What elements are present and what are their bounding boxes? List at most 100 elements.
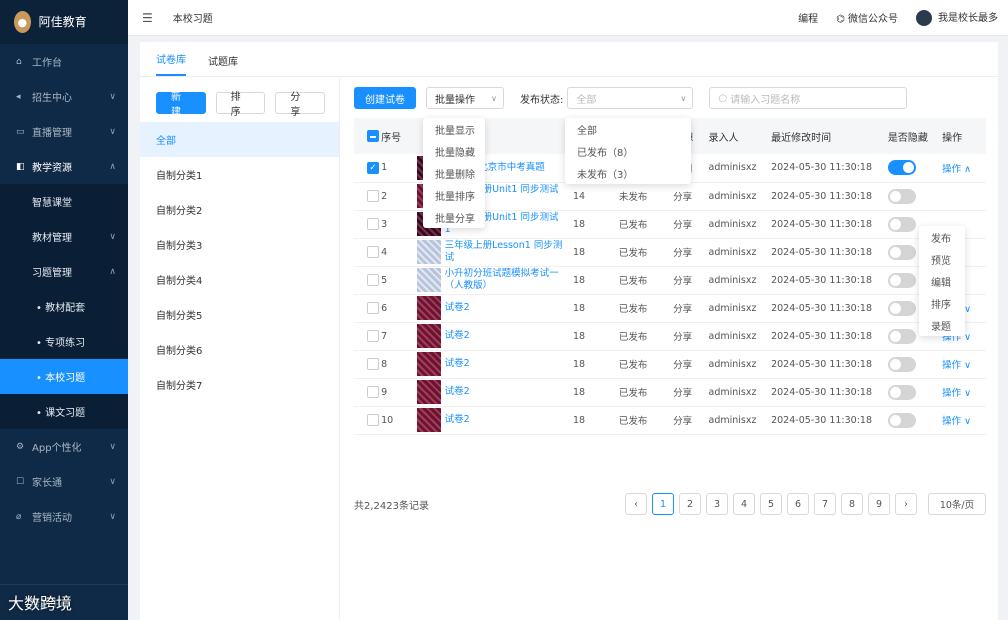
row-checkbox[interactable] [367,386,379,398]
program-link[interactable]: 编程 [798,10,818,25]
sort-button[interactable]: 排序 [215,92,266,118]
op-menu-item[interactable]: 录题 [919,314,965,336]
row-op-button[interactable]: 操作 ∨ [942,360,971,371]
create-paper-button[interactable]: 创建试卷 [354,87,416,109]
batch-select[interactable]: 批量操作 ∨ [426,87,504,109]
page-button[interactable]: 3 [706,493,728,515]
row-checkbox[interactable] [367,190,379,202]
row-checkbox[interactable] [367,302,379,314]
batch-menu-item[interactable]: 批量显示 [423,118,485,140]
paper-name-link[interactable]: 三年级上册Lesson1 同步测试 [445,240,563,264]
sidebar-item-smart-class[interactable]: 智慧课堂 [0,184,128,219]
page-size-select[interactable]: 10条/页 [928,493,986,515]
sidebar-item-resources[interactable]: ◧ 教学资源 ∧ [0,149,128,184]
table-row[interactable]: 10 试卷2 18 已发布 分享 adminisxz 2024-05-30 11:30:18… [354,406,986,435]
prev-page-button[interactable]: ‹ [625,493,647,515]
op-menu-item[interactable]: 编辑 [919,270,965,292]
paper-name-link[interactable]: 试卷2 [445,302,563,314]
batch-menu-item[interactable]: 批量排序 [423,184,485,206]
status-menu-item[interactable]: 全部 [565,118,691,140]
next-page-button[interactable]: › [895,493,917,515]
row-op-button[interactable]: 操作 ∧ [942,164,971,175]
sidebar-item-text-exercise[interactable]: • 课文习题 [0,394,128,429]
row-op-button[interactable]: 操作 ∨ [942,388,971,399]
sidebar-item-textbook[interactable]: 教材管理 ∨ [0,219,128,254]
sidebar-item-live[interactable]: ▭ 直播管理 ∨ [0,114,128,149]
table-row[interactable]: 7 试卷2 18 已发布 分享 adminisxz 2024-05-30 11:30:18 操… [354,322,986,351]
row-checkbox[interactable]: ✓ [367,161,379,174]
sidebar-item-app[interactable]: ⚙ App个性化 ∨ [0,429,128,464]
row-checkbox[interactable] [367,246,379,258]
table-row[interactable]: 9 试卷2 18 已发布 分享 adminisxz 2024-05-30 11:30:18 操… [354,378,986,407]
category-item[interactable]: 自制分类7 [140,367,339,402]
sidebar-item-enroll[interactable]: ◂ 招生中心 ∨ [0,79,128,114]
row-checkbox[interactable] [367,414,379,426]
page-button[interactable]: 1 [652,493,674,515]
tab-paper-bank[interactable]: 试卷库 [156,51,186,76]
sidebar-item-textbook-match[interactable]: • 教材配套 [0,289,128,324]
category-item[interactable]: 自制分类1 [140,157,339,192]
category-item[interactable]: 自制分类2 [140,192,339,227]
table-row[interactable]: 6试卷218已发布分享adminisxz2024-05-30 11:30:18操… [354,294,986,323]
category-item[interactable]: 全部 [140,122,339,157]
paper-name-link[interactable]: 试卷2 [445,358,563,370]
search-input[interactable]: ○ 请输入习题名称 [709,87,908,109]
batch-menu-item[interactable]: 批量分享 [423,206,485,228]
hidden-toggle[interactable] [887,328,916,344]
paper-name-link[interactable]: 试卷2 [445,330,563,342]
select-all-checkbox[interactable] [367,130,379,142]
paper-name-link[interactable]: 小升初分班试题模拟考试一（人教版） [445,268,563,292]
row-checkbox[interactable] [367,218,379,230]
page-button[interactable]: 5 [760,493,782,515]
share-button[interactable]: 分享 [275,92,326,118]
status-select[interactable]: 全部 ∨ [567,87,694,109]
batch-menu-item[interactable]: 批量删除 [423,162,485,184]
table-row[interactable]: 5 小升初分班试题模拟考试一（人教版） 18 已发布 分享 adminisxz 2024-0… [354,266,986,295]
batch-menu-item[interactable]: 批量隐藏 [423,140,485,162]
sidebar-item-school-exercise[interactable]: • 本校习题 [0,359,128,394]
sidebar-item-parent[interactable]: ☐ 家长通 ∨ [0,464,128,499]
status-menu-item[interactable]: 已发布（8） [565,140,691,162]
hidden-toggle[interactable] [887,272,916,288]
page-button[interactable]: 4 [733,493,755,515]
op-menu-item[interactable]: 预览 [919,248,965,270]
tab-question-bank[interactable]: 试题库 [208,53,238,76]
hidden-toggle[interactable] [887,216,916,232]
user-menu[interactable]: 我是校长最多 [916,9,998,26]
op-menu-item[interactable]: 排序 [919,292,965,314]
hidden-toggle[interactable] [887,300,916,316]
hidden-toggle[interactable] [887,384,916,400]
sidebar-item-exercise[interactable]: 习题管理 ∧ [0,254,128,289]
hidden-toggle[interactable] [887,188,916,204]
row-checkbox[interactable] [367,358,379,370]
row-checkbox[interactable] [367,330,379,342]
op-menu-item[interactable]: 发布 [919,226,965,248]
hidden-toggle[interactable] [887,356,916,372]
table-row[interactable]: 4 三年级上册Lesson1 同步测试 18 已发布 分享 adminisxz 2024-0… [354,238,986,267]
sidebar-item-special[interactable]: • 专项练习 [0,324,128,359]
row-no: 8 [381,350,417,379]
page-button[interactable]: 8 [841,493,863,515]
row-op-button[interactable]: 操作 ∨ [942,416,971,427]
page-button[interactable]: 2 [679,493,701,515]
menu-fold-icon[interactable]: ☰ [142,11,153,25]
wechat-link[interactable]: ⌬ 微信公众号 [836,10,898,25]
new-button[interactable]: 新建 [156,92,206,118]
status-menu-item[interactable]: 未发布（3） [565,162,691,184]
hidden-toggle[interactable] [887,244,916,260]
row-checkbox[interactable] [367,274,379,286]
category-item[interactable]: 自制分类6 [140,332,339,367]
page-button[interactable]: 9 [868,493,890,515]
sidebar-item-workbench[interactable]: ⌂ 工作台 [0,44,128,79]
page-button[interactable]: 6 [787,493,809,515]
hidden-toggle[interactable] [887,160,916,176]
category-item[interactable]: 自制分类4 [140,262,339,297]
sidebar-item-marketing[interactable]: ⌀ 营销活动 ∨ [0,499,128,534]
category-item[interactable]: 自制分类3 [140,227,339,262]
table-row[interactable]: 8 试卷2 18 已发布 分享 adminisxz 2024-05-30 11:30:18 操… [354,350,986,379]
paper-name-link[interactable]: 试卷2 [445,386,563,398]
hidden-toggle[interactable] [887,412,916,428]
category-item[interactable]: 自制分类5 [140,297,339,332]
page-button[interactable]: 7 [814,493,836,515]
paper-name-link[interactable]: 试卷2 [445,414,563,426]
